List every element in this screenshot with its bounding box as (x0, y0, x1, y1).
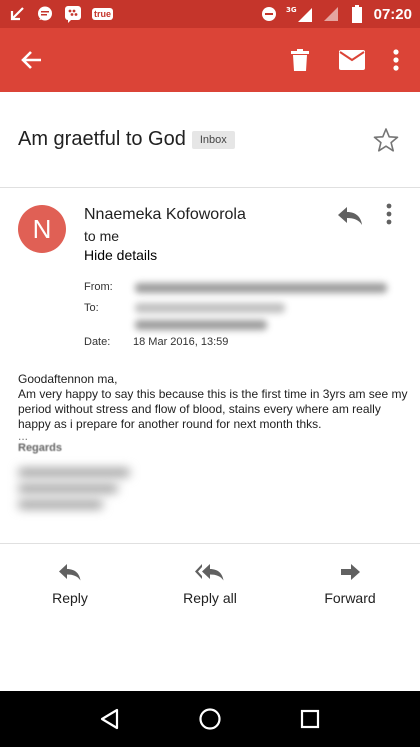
reply-all-label: Reply all (183, 590, 237, 606)
reply-all-button[interactable]: Reply all (140, 560, 280, 620)
signature-regards: Regards (18, 442, 63, 454)
system-nav-bar (0, 691, 420, 747)
sender-name: Nnaemeka Kofoworola (84, 206, 246, 223)
overflow-menu-button[interactable] (384, 40, 408, 80)
bbm-icon (64, 5, 82, 23)
signature-line-redacted (18, 468, 130, 477)
mark-unread-button[interactable] (332, 40, 372, 80)
to-address-redacted (135, 320, 267, 330)
message-more-button[interactable] (386, 203, 406, 227)
body-text: Am very happy to say this because this i… (18, 387, 408, 431)
mail-icon (339, 50, 365, 70)
do-not-disturb-icon (260, 5, 278, 23)
reply-all-icon (195, 564, 224, 581)
from-address-redacted (135, 283, 387, 293)
star-button[interactable] (370, 124, 402, 156)
battery-icon (348, 5, 366, 23)
reply-icon (59, 564, 81, 581)
email-subject: Am graetful to God (18, 128, 186, 150)
nav-back-button[interactable] (92, 701, 128, 737)
reply-label: Reply (52, 590, 88, 606)
reply-icon (338, 207, 362, 225)
body-greeting: Goodaftennon ma, (18, 372, 118, 386)
arrow-back-icon (21, 51, 41, 69)
date-value: 18 Mar 2016, 13:59 (133, 336, 229, 348)
signature-line-redacted (18, 500, 103, 509)
signal-icon (322, 5, 340, 23)
network-type-label: 3G (286, 6, 297, 14)
signature-line-redacted (18, 484, 118, 493)
star-outline-icon (373, 127, 399, 152)
delete-button[interactable] (280, 40, 320, 80)
triangle-back-icon (100, 708, 119, 730)
back-button[interactable] (12, 40, 52, 80)
app-bar (0, 28, 420, 92)
truecaller-badge: true (92, 8, 114, 20)
missed-call-arrow-icon (8, 5, 26, 23)
recipient-summary: to me (84, 228, 120, 244)
circle-home-icon (199, 708, 221, 730)
more-vert-icon (393, 49, 399, 71)
nav-recents-button[interactable] (292, 701, 328, 737)
to-name-redacted (135, 303, 285, 313)
date-label: Date: (84, 336, 111, 348)
from-label: From: (84, 281, 113, 293)
message-actions: Reply Reply all Forward (0, 560, 420, 620)
chat-bubble-icon (36, 5, 54, 23)
hide-details-link[interactable]: Hide details (84, 247, 157, 263)
message-header: N Nnaemeka Kofoworola to me Hide details… (0, 195, 420, 365)
divider (0, 543, 420, 544)
nav-home-button[interactable] (192, 701, 228, 737)
reply-button[interactable]: Reply (0, 560, 140, 620)
forward-icon (341, 564, 360, 580)
quoted-text-toggle[interactable]: ... (18, 430, 408, 442)
reply-icon-button[interactable] (336, 203, 364, 227)
more-vert-icon (386, 203, 392, 225)
sender-avatar[interactable]: N (18, 205, 66, 253)
square-recents-icon (300, 709, 320, 729)
trash-icon (291, 49, 309, 71)
signal-3g-icon: 3G (286, 5, 314, 23)
inbox-label-chip[interactable]: Inbox (191, 130, 235, 149)
to-label: To: (84, 302, 99, 314)
status-bar: true 3G 07:20 (0, 0, 420, 28)
subject-row: Am graetful to God Inbox (0, 92, 420, 188)
forward-button[interactable]: Forward (280, 560, 420, 620)
forward-label: Forward (324, 590, 376, 606)
clock: 07:20 (373, 5, 412, 23)
message-body: Goodaftennon ma, Am very happy to say th… (18, 372, 408, 442)
